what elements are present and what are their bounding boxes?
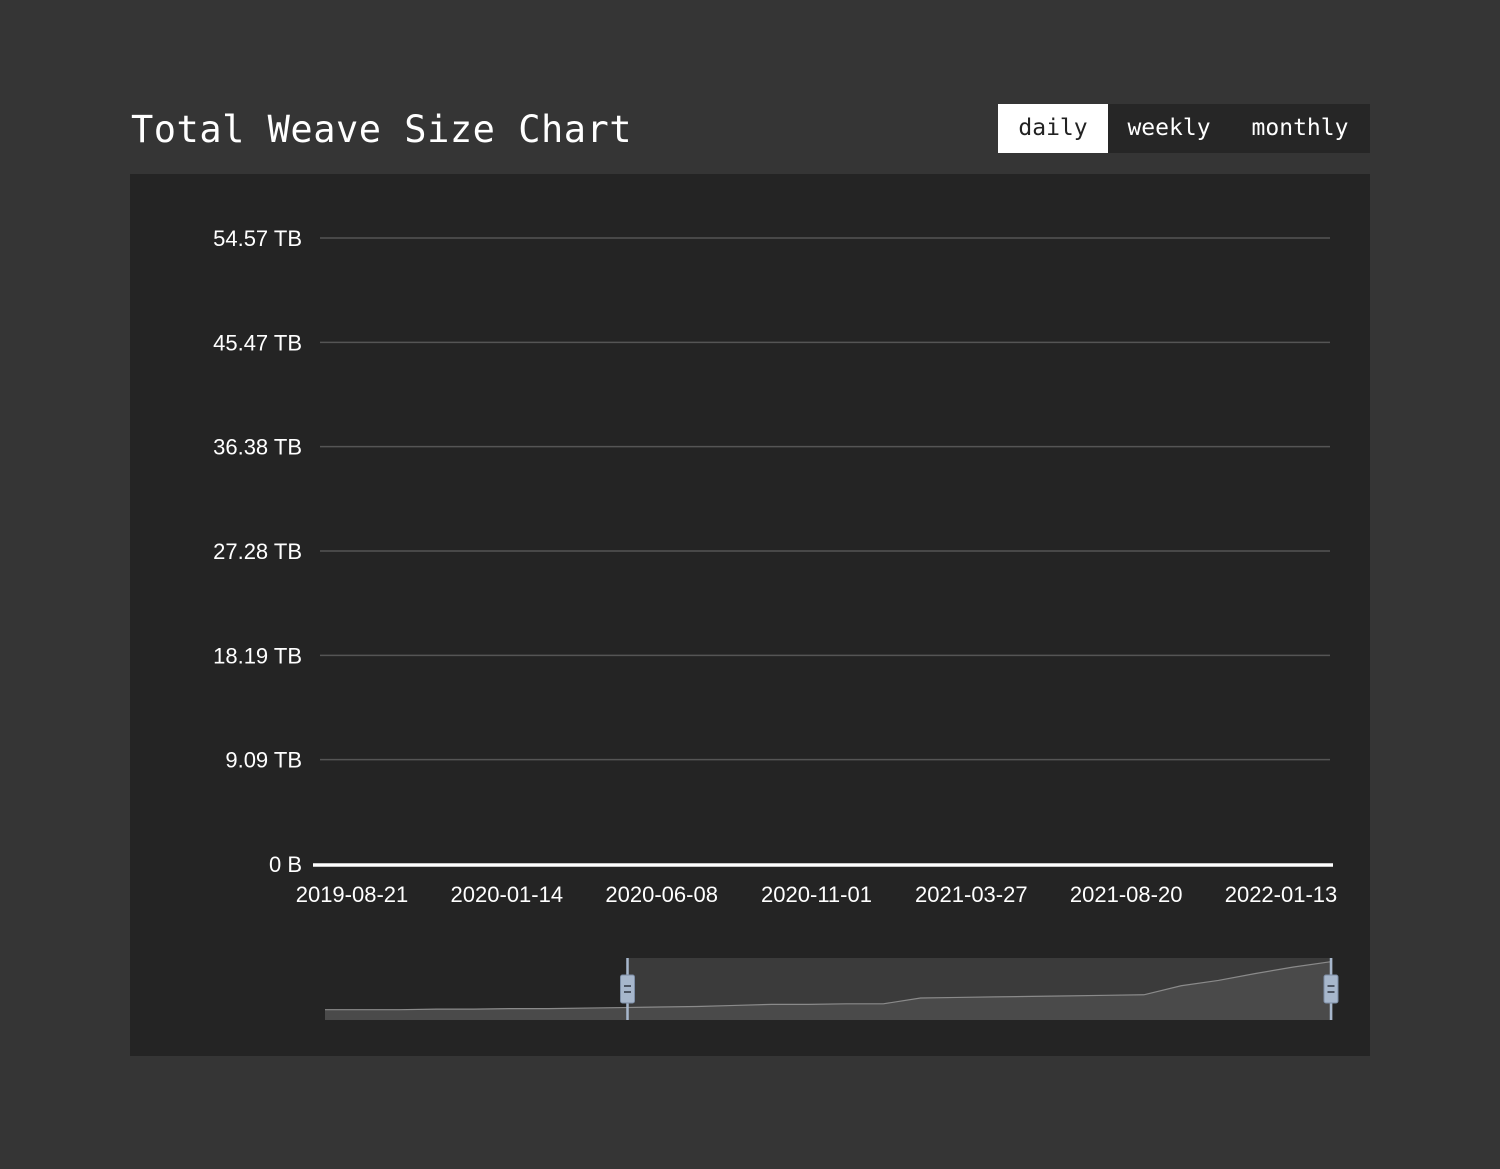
zoom-handle-grip[interactable] <box>620 974 635 1004</box>
y-tick-label: 27.28 TB <box>213 539 302 564</box>
y-axis: 0 B 9.09 TB 18.19 TB 27.28 TB 36.38 TB 45.47 … <box>213 226 302 877</box>
y-tick-label: 9.09 TB <box>225 748 302 773</box>
x-tick-label: 2021-08-20 <box>1070 882 1183 907</box>
weave-size-chart: 0 B 9.09 TB 18.19 TB 27.28 TB 36.38 TB 45.47 … <box>213 226 1339 1020</box>
y-tick-label: 18.19 TB <box>213 643 302 668</box>
x-tick-label: 2019-08-21 <box>296 882 409 907</box>
grid-layer <box>320 237 1330 761</box>
y-tick-label: 54.57 TB <box>213 226 302 251</box>
y-tick-label: 36.38 TB <box>213 435 302 460</box>
chart-panel: 0 B 9.09 TB 18.19 TB 27.28 TB 36.38 TB 45.47 … <box>130 174 1370 1056</box>
chart-title: Total Weave Size Chart <box>131 108 633 151</box>
y-tick-label: 45.47 TB <box>213 330 302 355</box>
tab-monthly[interactable]: monthly <box>1230 104 1370 153</box>
x-tick-label: 2020-01-14 <box>451 882 564 907</box>
tab-daily[interactable]: daily <box>998 104 1108 153</box>
y-tick-label: 0 B <box>269 852 302 877</box>
x-tick-label: 2020-06-08 <box>605 882 718 907</box>
period-tabs: daily weekly monthly <box>998 104 1370 153</box>
x-axis: 2019-08-21 2020-01-14 2020-06-08 2020-11-01… <box>296 882 1338 907</box>
tab-weekly[interactable]: weekly <box>1108 104 1230 153</box>
zoom-slider[interactable] <box>325 958 1339 1020</box>
x-tick-label: 2020-11-01 <box>761 882 872 907</box>
zoom-handle-grip[interactable] <box>1323 974 1339 1004</box>
x-tick-label: 2021-03-27 <box>915 882 1028 907</box>
x-tick-label: 2022-01-13 <box>1225 882 1338 907</box>
